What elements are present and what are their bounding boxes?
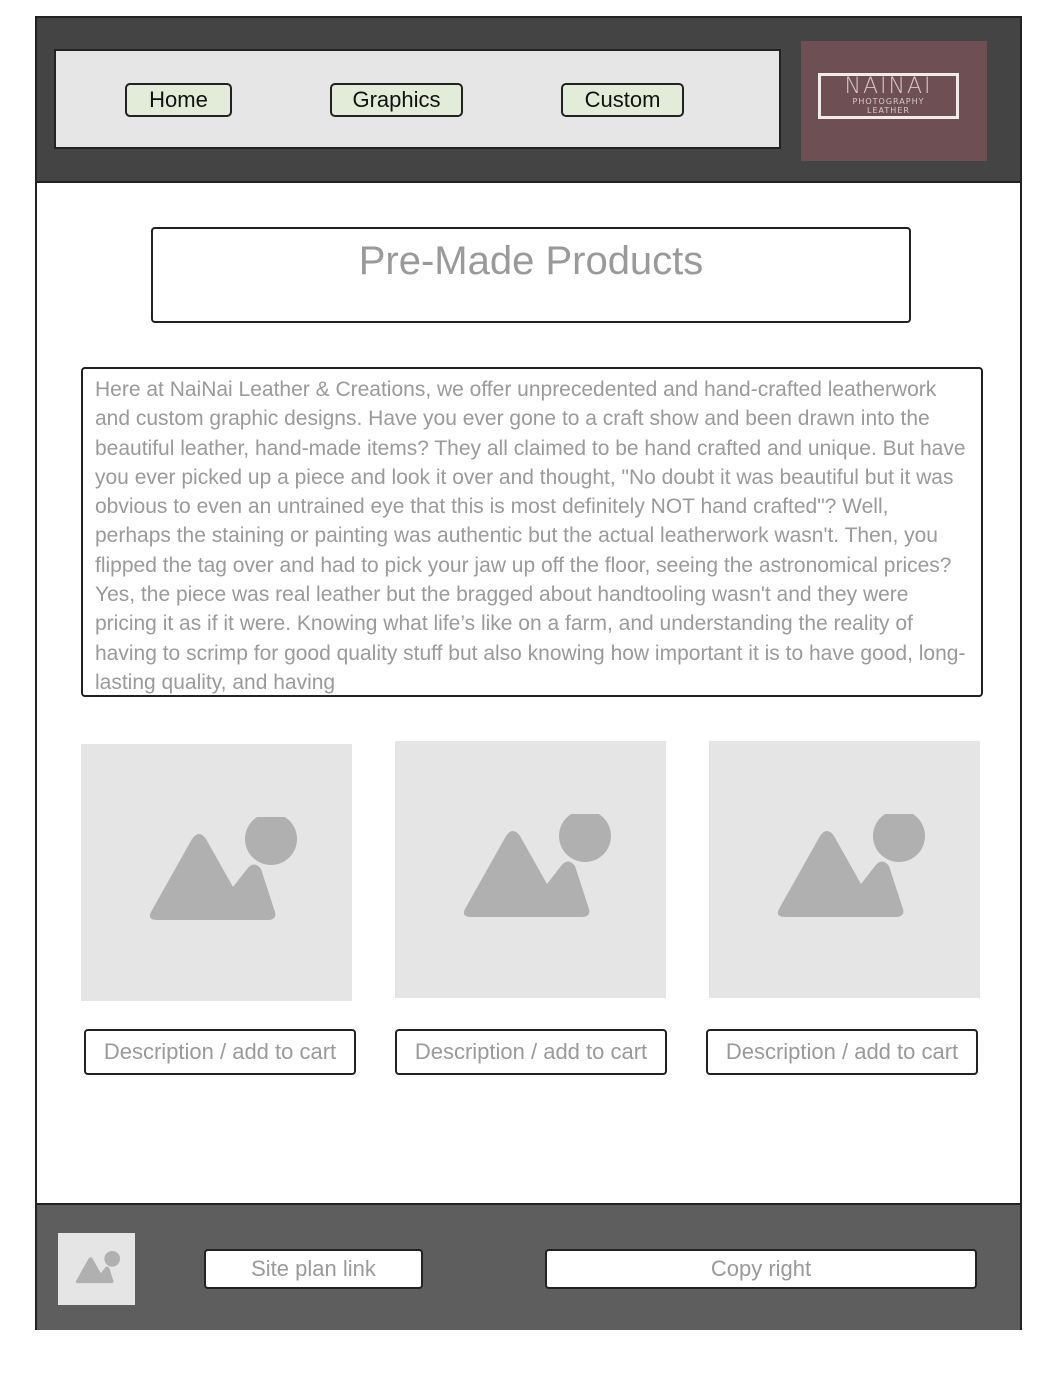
nav-home-button[interactable]: Home (125, 83, 232, 117)
footer-image (58, 1233, 135, 1305)
product-image-3[interactable] (709, 741, 980, 998)
nav-graphics-button[interactable]: Graphics (330, 83, 463, 117)
image-placeholder-icon (149, 816, 297, 920)
nav-bar: Home Graphics Custom (54, 49, 781, 149)
logo-main-text: NAINAI (844, 74, 933, 99)
product-description-button-3[interactable]: Description / add to cart (706, 1029, 978, 1075)
product-description-button-2[interactable]: Description / add to cart (395, 1029, 667, 1075)
site-plan-link[interactable]: Site plan link (204, 1249, 423, 1289)
copyright-label: Copy right (545, 1249, 977, 1289)
logo-frame: NAINAI PHOTOGRAPHY LEATHER (818, 73, 959, 119)
intro-text-box: Here at NaiNai Leather & Creations, we o… (81, 367, 983, 697)
product-description-button-1[interactable]: Description / add to cart (84, 1029, 356, 1075)
footer: Site plan link Copy right (37, 1203, 1020, 1330)
page-frame: Home Graphics Custom NAINAI PHOTOGRAPHY … (35, 16, 1022, 1330)
image-placeholder-icon (75, 1251, 120, 1284)
header: Home Graphics Custom NAINAI PHOTOGRAPHY … (37, 18, 1020, 183)
image-placeholder-icon (463, 813, 611, 917)
logo[interactable]: NAINAI PHOTOGRAPHY LEATHER (801, 41, 987, 161)
page-title-box: Pre-Made Products (151, 227, 911, 323)
image-placeholder-icon (777, 813, 925, 917)
nav-custom-button[interactable]: Custom (561, 83, 684, 117)
intro-text: Here at NaiNai Leather & Creations, we o… (95, 378, 966, 694)
logo-line1-text: PHOTOGRAPHY (852, 97, 925, 106)
page-title: Pre-Made Products (358, 239, 704, 283)
logo-line2-text: LEATHER (867, 106, 910, 115)
product-image-2[interactable] (395, 741, 666, 998)
product-image-1[interactable] (81, 744, 352, 1001)
